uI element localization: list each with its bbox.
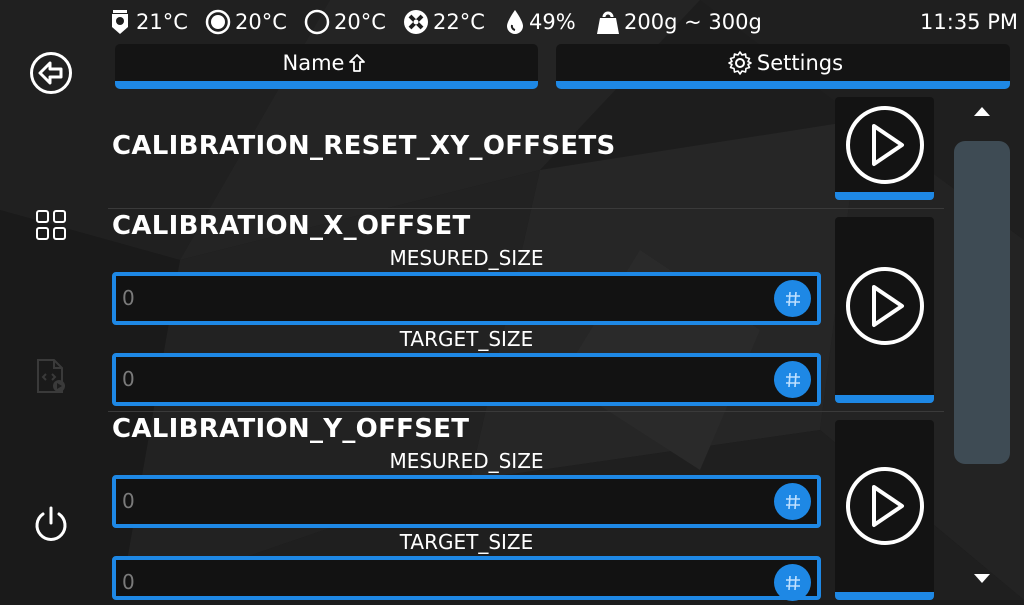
back-button[interactable]	[25, 47, 77, 99]
chamber-temp: 20°C	[334, 10, 386, 34]
macros-nav-button[interactable]	[25, 350, 77, 402]
play-icon	[845, 467, 924, 545]
list-divider	[108, 411, 944, 412]
param-input-field[interactable]: 0	[112, 272, 821, 325]
code-file-icon	[37, 359, 65, 393]
numpad-icon	[785, 291, 800, 306]
numpad-icon	[785, 575, 800, 590]
humidity-value: 49%	[529, 10, 576, 34]
param-label: TARGET_SIZE	[399, 530, 534, 554]
numpad-icon	[785, 494, 800, 509]
chamber-temp-status: 20°C	[304, 6, 386, 38]
power-icon	[35, 506, 67, 541]
chamber-icon	[304, 9, 330, 35]
fan-temp-status: 22°C	[403, 6, 485, 38]
humidity-status: 49%	[505, 6, 576, 38]
scrollbar-thumb[interactable]	[954, 141, 1010, 464]
list-divider	[108, 208, 944, 209]
numpad-icon	[785, 372, 800, 387]
weight-icon	[597, 11, 619, 34]
input-placeholder: 0	[122, 570, 135, 594]
gear-icon	[728, 50, 752, 75]
param-label: MESURED_SIZE	[389, 449, 544, 473]
power-button[interactable]	[25, 499, 77, 551]
extruder-icon	[112, 10, 128, 34]
run-macro-button[interactable]	[835, 97, 934, 200]
humidity-icon	[507, 10, 523, 34]
run-macro-button[interactable]	[835, 420, 934, 600]
weight-value: 200g ~ 300g	[624, 10, 762, 34]
fan-icon	[404, 10, 428, 34]
arrow-up-icon	[349, 53, 366, 72]
numpad-button[interactable]	[774, 483, 811, 520]
run-macro-button[interactable]	[835, 217, 934, 403]
settings-button[interactable]: Settings	[556, 44, 1010, 89]
back-icon	[30, 52, 72, 94]
grid-icon	[36, 210, 66, 240]
macro-title: CALIBRATION_X_OFFSET	[112, 211, 471, 241]
input-placeholder: 0	[122, 367, 135, 391]
input-placeholder: 0	[122, 489, 135, 513]
numpad-button[interactable]	[774, 361, 811, 398]
param-input-field[interactable]: 0	[112, 556, 821, 601]
fan-temp: 22°C	[433, 10, 485, 34]
status-bar: 21°C 20°C 20°C 22°C 49% 200g ~ 300g 11:3…	[0, 0, 1024, 44]
extruder-temp: 21°C	[136, 10, 188, 34]
numpad-button[interactable]	[774, 280, 811, 317]
param-input-field[interactable]: 0	[112, 475, 821, 528]
weight-status: 200g ~ 300g	[596, 6, 762, 38]
sort-by-name-button[interactable]: Name	[115, 44, 538, 89]
param-label: MESURED_SIZE	[389, 246, 544, 270]
macro-title: CALIBRATION_RESET_XY_OFFSETS	[112, 131, 616, 161]
clock: 11:35 PM	[920, 10, 1018, 34]
numpad-button[interactable]	[774, 564, 811, 601]
settings-label: Settings	[756, 50, 844, 75]
extruder-temp-status: 21°C	[108, 6, 188, 38]
macro-title: CALIBRATION_Y_OFFSET	[112, 414, 470, 444]
scroll-up-arrow[interactable]	[972, 104, 992, 118]
bed-icon	[205, 9, 231, 35]
param-label: TARGET_SIZE	[399, 327, 534, 351]
bed-temp-status: 20°C	[205, 6, 287, 38]
input-placeholder: 0	[122, 286, 135, 310]
menu-grid-button[interactable]	[25, 199, 77, 251]
bed-temp: 20°C	[235, 10, 287, 34]
play-icon	[845, 105, 924, 184]
param-input-field[interactable]: 0	[112, 353, 821, 406]
sort-label: Name	[282, 50, 345, 75]
play-icon	[845, 267, 924, 345]
scroll-down-arrow[interactable]	[972, 572, 992, 586]
